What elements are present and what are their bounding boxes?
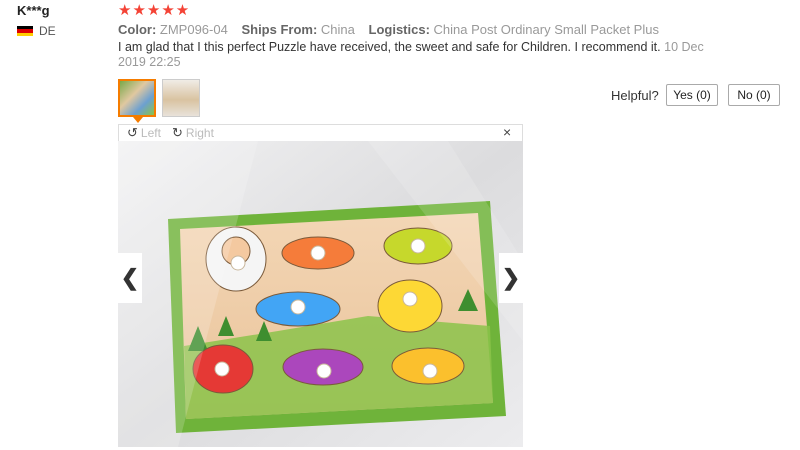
helpful-yes-button[interactable]: Yes (0)	[666, 84, 718, 106]
rotate-left-button[interactable]: ↺ Left	[127, 125, 161, 141]
thumbnail-1[interactable]	[118, 79, 156, 117]
review-body: I am glad that I this perfect Puzzle hav…	[118, 40, 661, 54]
close-viewer-button[interactable]: ×	[503, 124, 511, 140]
germany-flag-icon	[17, 25, 33, 37]
color-value: ZMP096-04	[159, 22, 228, 37]
reviewer-name: K***g	[17, 3, 50, 18]
color-label: Color:	[118, 22, 157, 37]
rotate-left-icon: ↺	[127, 125, 138, 140]
rotate-right-label: Right	[185, 126, 214, 140]
order-attributes: Color: ZMP096-04 Ships From: China Logis…	[118, 22, 669, 37]
next-image-button[interactable]: ❯	[499, 253, 523, 303]
review-thumbnails	[118, 79, 200, 117]
ships-from-value: China	[320, 22, 355, 37]
previous-image-button[interactable]: ❮	[118, 253, 142, 303]
review-text: I am glad that I this perfect Puzzle hav…	[118, 40, 708, 70]
star-rating: ★★★★★	[118, 2, 191, 19]
rotate-left-label: Left	[140, 126, 161, 140]
helpful-label: Helpful?	[611, 88, 659, 103]
selected-thumb-pointer	[133, 117, 143, 123]
ships-from-label: Ships From:	[241, 22, 318, 37]
rotate-right-icon: ↻	[172, 125, 183, 140]
rotate-right-button[interactable]: ↻ Right	[172, 125, 214, 141]
country-code: DE	[39, 24, 56, 38]
helpful-no-button[interactable]: No (0)	[728, 84, 780, 106]
puzzle-photo-image	[118, 141, 523, 447]
reviewer-country: DE	[17, 24, 56, 38]
logistics-value: China Post Ordinary Small Packet Plus	[433, 22, 659, 37]
review-photo	[118, 141, 523, 447]
logistics-label: Logistics:	[368, 22, 430, 37]
thumbnail-2[interactable]	[162, 79, 200, 117]
